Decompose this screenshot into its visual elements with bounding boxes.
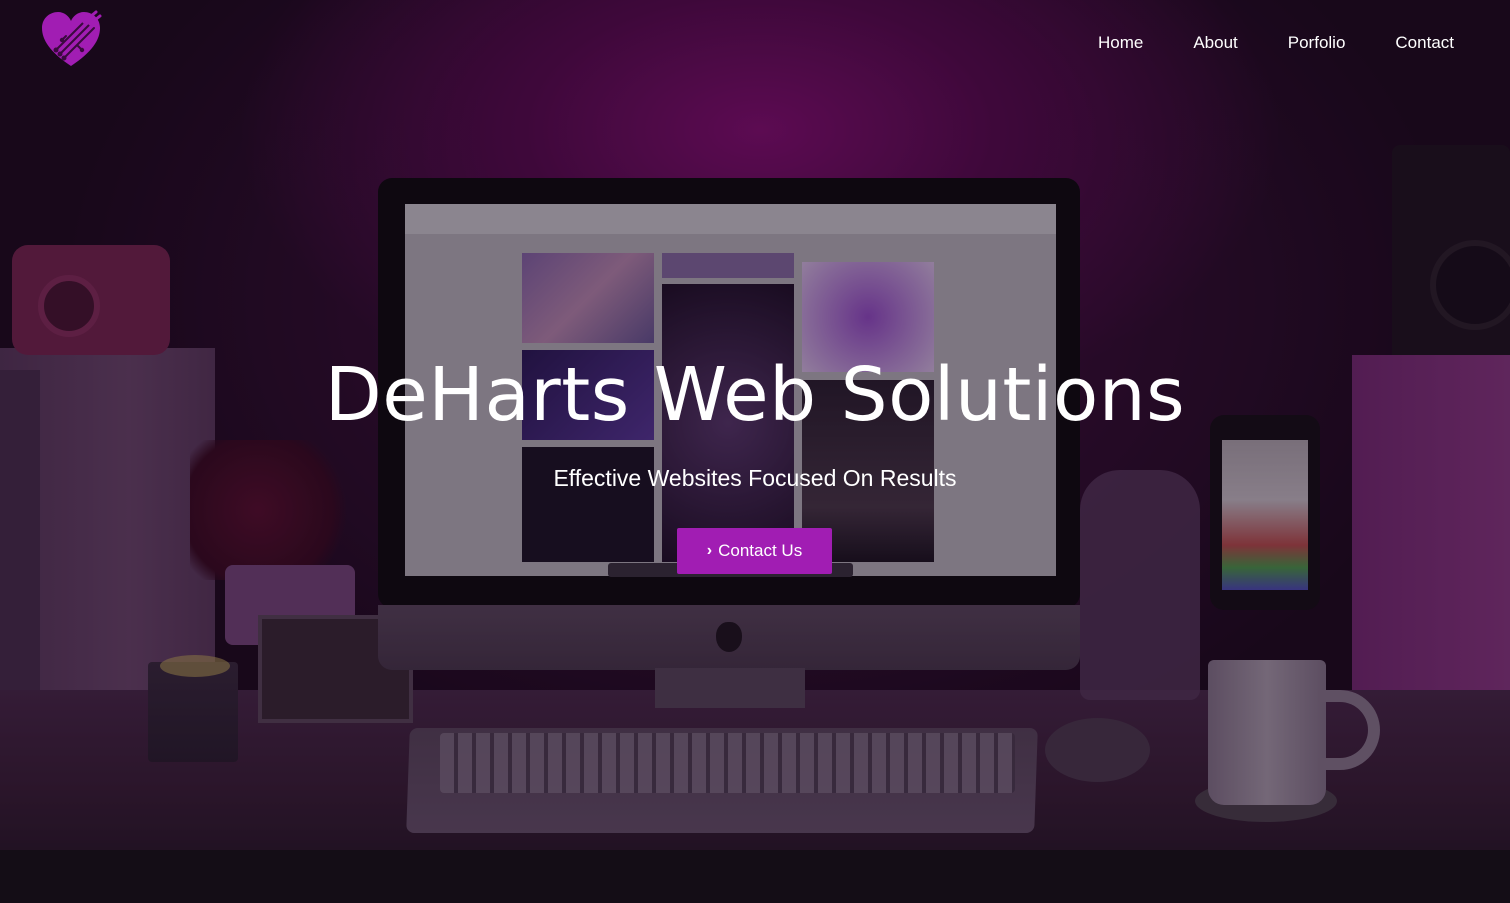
heart-circuit-icon[interactable] (40, 10, 102, 68)
nav-portfolio[interactable]: Porfolio (1288, 32, 1346, 54)
nav-about[interactable]: About (1193, 32, 1237, 54)
main-nav: Home About Porfolio Contact (1048, 32, 1454, 54)
hero-subtitle: Effective Websites Focused On Results (553, 465, 957, 491)
hero-title: DeHarts Web Solutions (324, 352, 1186, 438)
nav-contact[interactable]: Contact (1395, 32, 1454, 54)
contact-us-label: Contact Us (718, 541, 803, 560)
chevron-right-icon: › (706, 542, 713, 559)
contact-us-button[interactable]: › Contact Us (677, 528, 832, 574)
hero-overlay (0, 0, 1510, 903)
nav-home[interactable]: Home (1098, 32, 1143, 54)
